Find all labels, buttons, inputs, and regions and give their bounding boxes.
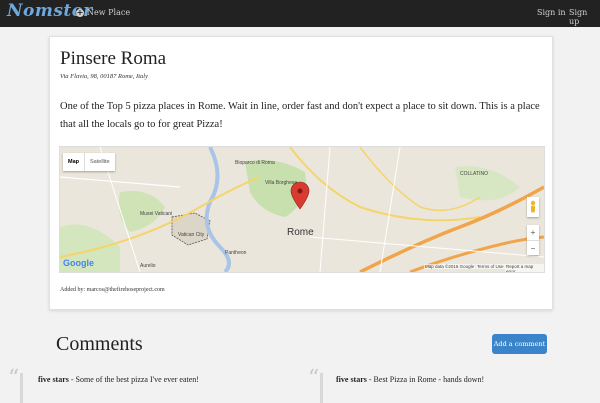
comment-rating: five stars	[336, 375, 367, 384]
add-comment-button[interactable]: Add a comment	[492, 334, 547, 354]
map-type-map-button[interactable]: Map	[63, 153, 84, 171]
zoom-control: + −	[527, 225, 539, 255]
google-logo-text: Google	[63, 258, 94, 268]
comment-item: five stars - Some of the best pizza I've…	[38, 375, 199, 384]
map-label: Vatican City	[178, 232, 205, 238]
map-canvas	[60, 147, 544, 272]
zoom-in-button[interactable]: +	[527, 225, 539, 240]
quote-bar	[320, 373, 323, 403]
street-view-pegman-icon[interactable]	[527, 197, 539, 217]
sign-up-link[interactable]: Sign up	[569, 8, 600, 26]
map-label: Bioparco di Roma	[235, 160, 275, 166]
map-terms-link[interactable]: Terms of Use	[476, 264, 505, 269]
comment-rating: five stars	[38, 375, 69, 384]
google-logo[interactable]: Google	[63, 258, 94, 268]
plus-circle-icon: +	[76, 7, 84, 17]
map-type-satellite-button[interactable]: Satellite	[84, 153, 115, 171]
map-label: Musei Vaticani	[140, 211, 173, 217]
map-embed[interactable]: Map Satellite Bioparco di Roma Villa Bor…	[59, 146, 545, 273]
place-title: Pinsere Roma	[60, 48, 167, 69]
quote-icon: “	[8, 366, 20, 391]
comment-text: - Best Pizza in Rome - hands down!	[366, 375, 485, 384]
added-by-text: Added by: marcos@thefirehoseproject.com	[60, 287, 165, 293]
map-city-label: Rome	[287, 227, 314, 238]
place-card: Pinsere Roma Via Flavia, 98, 00187 Rome,…	[49, 36, 553, 310]
sign-in-link[interactable]: Sign in	[537, 8, 566, 17]
map-report-link[interactable]: Report a map error	[505, 264, 544, 272]
navbar: Nomster + New Place Sign in Sign up	[0, 0, 600, 27]
map-label: Villa Borghese	[265, 180, 298, 186]
new-place-label: New Place	[87, 8, 131, 17]
quote-bar	[20, 373, 23, 403]
zoom-out-button[interactable]: −	[527, 240, 539, 256]
map-label: Aurelio	[140, 263, 156, 269]
map-type-control: Map Satellite	[63, 153, 115, 171]
new-place-link[interactable]: + New Place	[76, 8, 130, 17]
map-label: COLLATINO	[460, 171, 488, 177]
comment-item: five stars - Best Pizza in Rome - hands …	[336, 375, 484, 384]
map-data-attribution: Map data ©2016 Google	[424, 264, 476, 269]
quote-icon: “	[308, 366, 320, 391]
place-address: Via Flavia, 98, 00187 Rome, Italy	[60, 73, 148, 80]
comment-text: - Some of the best pizza I've ever eaten…	[68, 375, 199, 384]
comments-heading: Comments	[56, 333, 143, 355]
map-label: Pantheon	[225, 250, 247, 256]
place-description: One of the Top 5 pizza places in Rome. W…	[60, 101, 540, 130]
